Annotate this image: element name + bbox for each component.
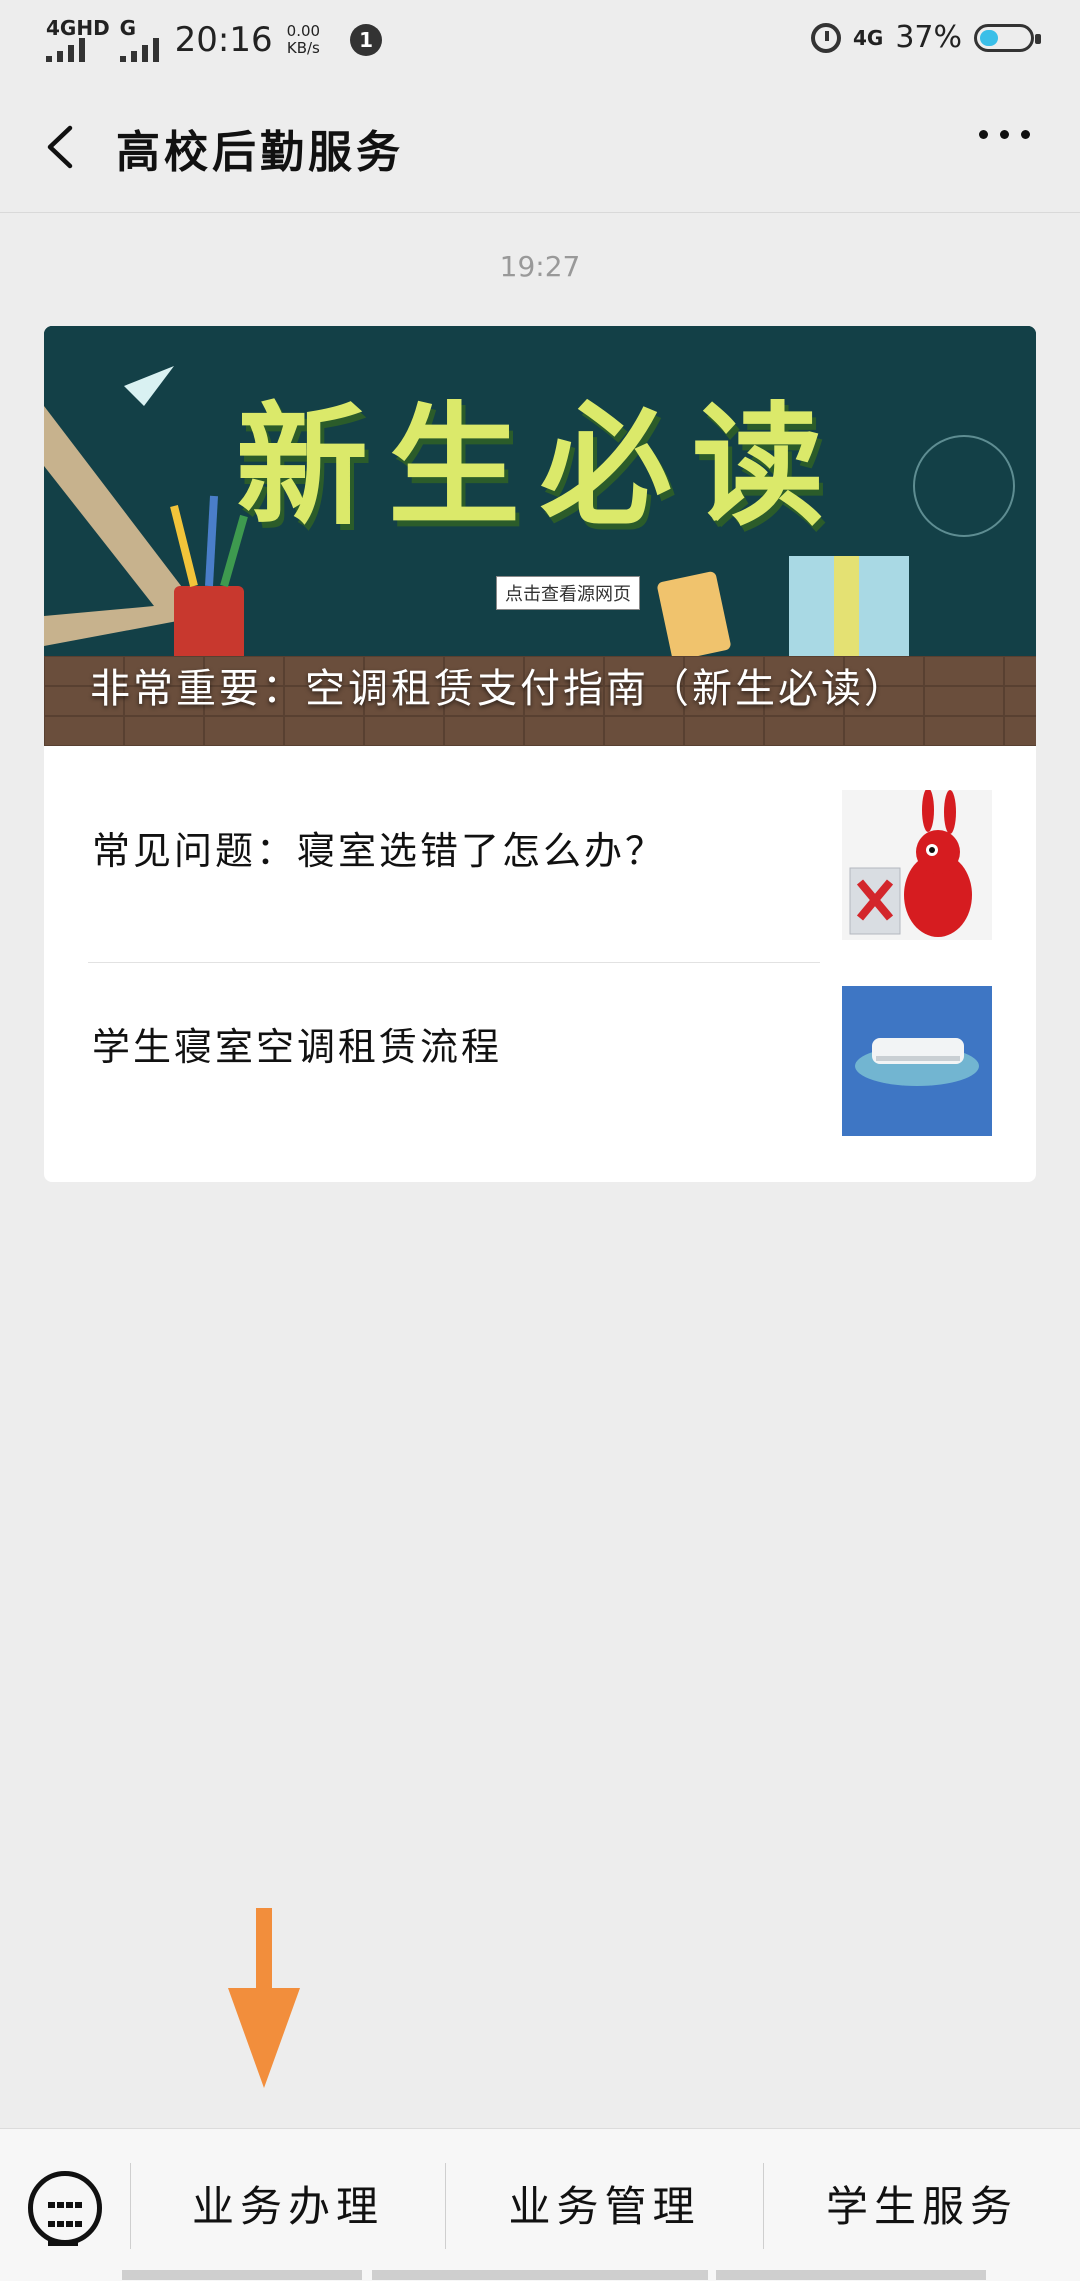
network-speed: 0.00 KB/s [287,23,320,57]
battery-icon [974,23,1041,52]
down-arrow-icon [228,1908,300,2088]
article-main-title: 非常重要：空调租赁支付指南（新生必读） [90,666,907,712]
status-bar: 4GHD G 20:16 0.00 KB/s 1 4G 37% [0,0,1080,82]
battery-percent: 37% [895,20,962,55]
article-banner[interactable]: 新生必读 点击查看源网页 非常重要：空调租赁支付指南（新生必读） [44,326,1036,746]
banner-headline: 新生必读 [236,390,844,544]
network-label-2: G [119,16,137,40]
red-rabbit-image [842,790,992,940]
speed-unit: KB/s [286,39,320,57]
page-title: 高校后勤服务 [116,127,404,178]
menu-item-business[interactable]: 业务办理 [131,2167,445,2247]
network-label-1: 4GHD [46,16,110,40]
article-item-title: 学生寝室空调租赁流程 [92,1025,503,1069]
nav-indicator [716,2270,986,2280]
signal-icon: G [119,16,159,62]
menu-item-management[interactable]: 业务管理 [446,2167,763,2247]
article-card: 新生必读 点击查看源网页 非常重要：空调租赁支付指南（新生必读） 常见问题：寝室… [44,326,1036,1182]
status-left: 4GHD G 20:16 0.00 KB/s 1 [46,16,383,62]
keyboard-icon[interactable] [28,2171,102,2246]
signal-icon: 4GHD [46,18,110,62]
notification-badge: 1 [350,24,383,56]
message-timestamp: 19:27 [499,250,581,283]
speed-value: 0.00 [286,22,321,40]
back-arrow-icon[interactable] [40,122,86,172]
network-label-right: 4G [852,25,884,50]
air-conditioner-image [842,986,992,1136]
battery-fill [980,29,998,46]
article-item-2[interactable]: 学生寝室空调租赁流程 [44,942,1036,1138]
status-right: 4G 37% [810,20,1041,55]
status-time: 20:16 [174,20,273,60]
nav-indicator [372,2270,708,2280]
alarm-icon [810,22,841,53]
nav-indicator [122,2270,362,2280]
menu-item-student-service[interactable]: 学生服务 [764,2167,1080,2247]
article-item-title: 常见问题：寝室选错了怎么办？ [92,829,667,873]
more-dots-icon[interactable] [979,130,1030,139]
chat-header: 高校后勤服务 [0,82,1080,213]
banner-source-tag: 点击查看源网页 [496,576,640,610]
article-item-1[interactable]: 常见问题：寝室选错了怎么办？ [44,746,1036,942]
bottom-menu: 业务办理 业务管理 学生服务 [0,2128,1080,2281]
